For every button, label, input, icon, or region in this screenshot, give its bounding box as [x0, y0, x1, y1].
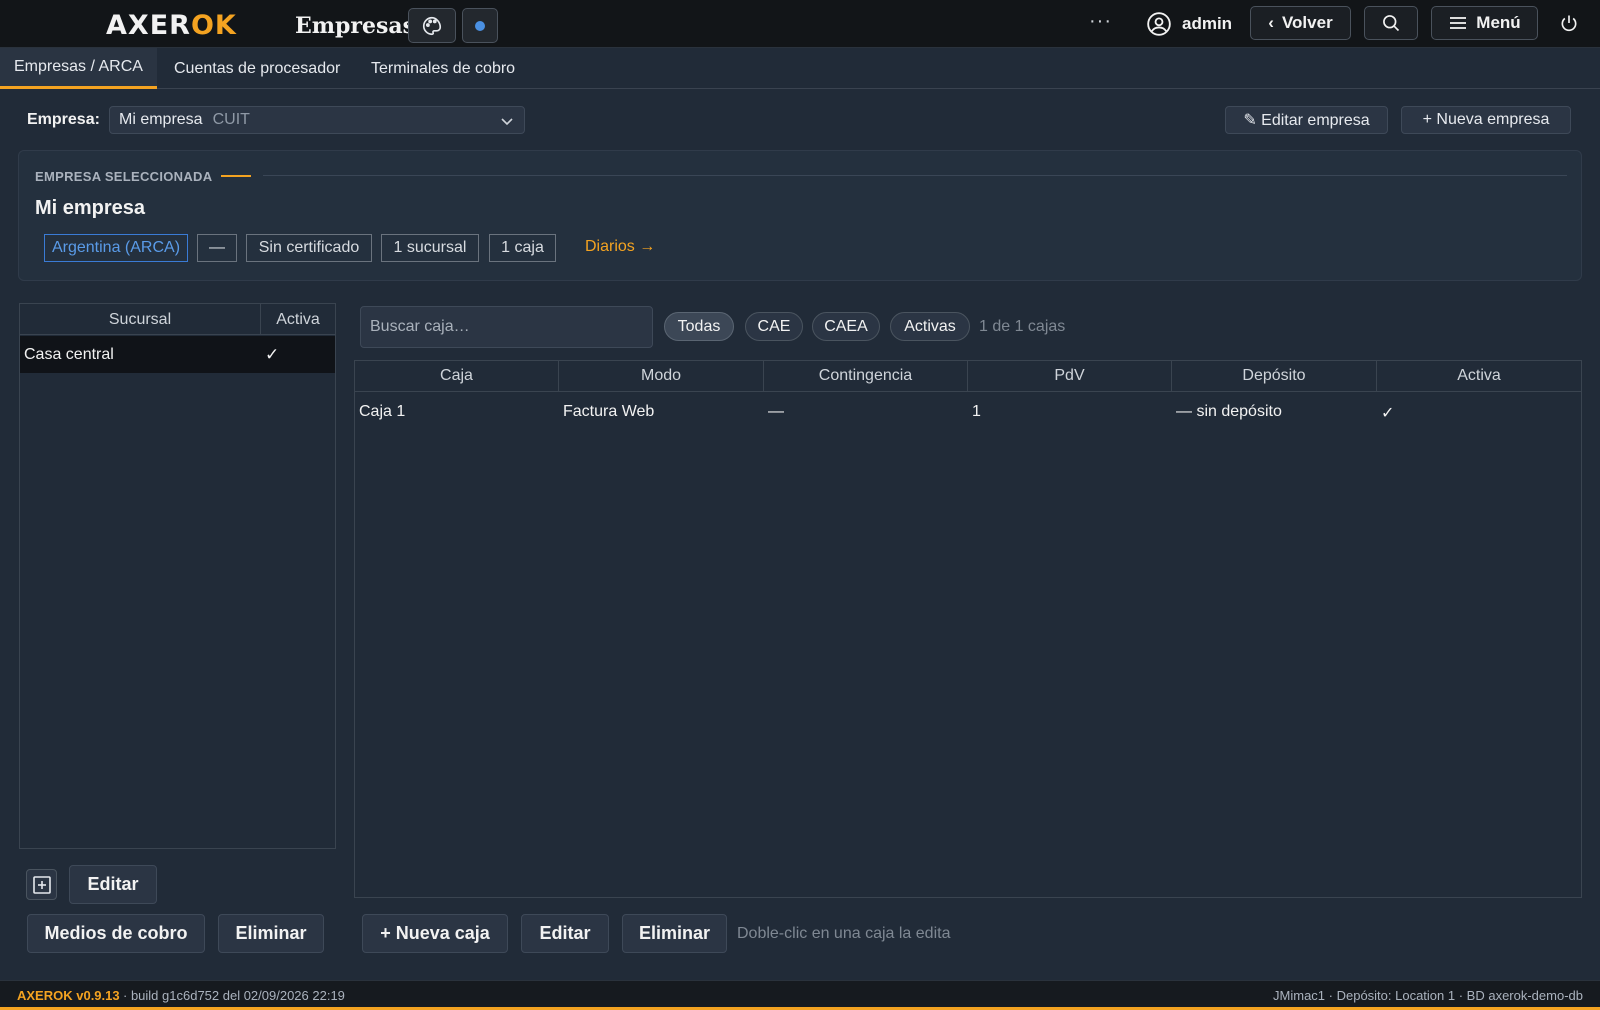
cell-contingencia: —	[768, 403, 784, 420]
delete-caja-button[interactable]: Eliminar	[622, 914, 727, 953]
sucursales-header: Sucursal Activa	[20, 304, 335, 335]
medios-cobro-button[interactable]: Medios de cobro	[27, 914, 205, 953]
app-title: Empresas	[295, 13, 416, 39]
card-divider	[263, 175, 1567, 176]
column-header-caja[interactable]: Caja	[355, 361, 559, 392]
add-sucursal-button[interactable]	[26, 869, 57, 900]
chip-caja: 1 caja	[489, 234, 556, 262]
empresa-select[interactable]: Mi empresa CUIT	[109, 106, 525, 134]
sucursales-table: Sucursal Activa Casa central ✓	[19, 303, 336, 849]
edit-empresa-button[interactable]: ✎ Editar empresa	[1225, 106, 1388, 134]
tab-empresas-arca[interactable]: Empresas / ARCA	[0, 48, 157, 89]
caja-search-input[interactable]	[360, 306, 653, 348]
power-icon	[1561, 15, 1577, 32]
user-name: admin	[1182, 14, 1233, 33]
theme-button[interactable]	[408, 8, 456, 43]
plus-square-icon	[32, 875, 51, 894]
caja-count: 1 de 1 cajas	[979, 318, 1066, 335]
sucursal-name: Casa central	[24, 346, 114, 363]
column-header-activa[interactable]: Activa	[261, 304, 335, 335]
selected-empresa-name: Mi empresa	[35, 197, 146, 219]
palette-icon	[423, 16, 442, 35]
edit-caja-button[interactable]: Editar	[521, 914, 609, 953]
filter-cae[interactable]: CAE	[745, 312, 803, 341]
cell-pdv: 1	[972, 403, 981, 420]
menu-label: Menú	[1476, 13, 1521, 32]
card-accent-line	[221, 175, 251, 177]
top-bar: AXEROK Empresas ··· admin ‹ Volver Menú	[0, 0, 1600, 48]
search-button[interactable]	[1364, 6, 1418, 40]
status-dot-button[interactable]	[462, 8, 498, 43]
filter-activas[interactable]: Activas	[890, 312, 970, 341]
cell-modo: Factura Web	[563, 403, 655, 420]
column-header-modo[interactable]: Modo	[559, 361, 764, 392]
hamburger-icon	[1450, 17, 1467, 29]
delete-sucursal-button[interactable]: Eliminar	[218, 914, 324, 953]
tab-cuentas-procesador[interactable]: Cuentas de procesador	[160, 48, 354, 89]
chip-country: Argentina (ARCA)	[44, 234, 188, 262]
empresa-select-cuit: CUIT	[212, 111, 250, 128]
menu-button[interactable]: Menú	[1431, 6, 1538, 40]
dot-icon	[475, 20, 485, 31]
search-icon	[1383, 15, 1400, 32]
cell-activa: ✓	[1381, 405, 1395, 422]
more-options-icon[interactable]: ···	[1089, 10, 1112, 33]
sucursal-active-check: ✓	[265, 345, 280, 364]
cell-caja: Caja 1	[359, 403, 406, 420]
diarios-link[interactable]: Diarios →	[585, 238, 655, 256]
chip-dash: —	[197, 234, 237, 262]
filter-caea[interactable]: CAEA	[812, 312, 880, 341]
caja-hint: Doble-clic en una caja la edita	[737, 925, 951, 942]
cell-deposito: — sin depósito	[1176, 403, 1282, 420]
column-header-contingencia[interactable]: Contingencia	[764, 361, 968, 392]
new-empresa-button[interactable]: + Nueva empresa	[1401, 106, 1571, 134]
back-label: Volver	[1281, 13, 1333, 32]
filter-todas[interactable]: Todas	[664, 312, 734, 341]
chip-certificado: Sin certificado	[246, 234, 372, 262]
column-header-pdv[interactable]: PdV	[968, 361, 1172, 392]
empresa-label: Empresa:	[27, 111, 100, 128]
selected-empresa-card: EMPRESA SELECCIONADA Mi empresa Argentin…	[18, 150, 1582, 281]
tab-terminales-cobro[interactable]: Terminales de cobro	[357, 48, 529, 89]
app-version: AXEROK v0.9.13	[17, 988, 120, 1003]
user-circle-icon	[1147, 12, 1171, 36]
new-caja-button[interactable]: + Nueva caja	[362, 914, 508, 953]
back-button[interactable]: ‹ Volver	[1250, 6, 1351, 40]
chevron-left-icon: ‹	[1268, 13, 1274, 32]
user-menu[interactable]: admin	[1146, 11, 1232, 37]
edit-sucursal-button[interactable]: Editar	[69, 865, 157, 904]
chip-sucursal: 1 sucursal	[381, 234, 479, 262]
power-button[interactable]	[1559, 13, 1579, 38]
chevron-down-icon	[501, 118, 513, 126]
app-logo: AXEROK	[106, 10, 237, 41]
column-header-sucursal[interactable]: Sucursal	[20, 304, 261, 335]
table-row[interactable]: Casa central ✓	[20, 336, 335, 373]
empresa-select-value: Mi empresa	[119, 111, 203, 128]
build-info: · build g1c6d752 del 02/09/2026 22:19	[123, 988, 345, 1003]
tab-bar: Empresas / ARCA Cuentas de procesador Te…	[0, 48, 1600, 89]
session-info: JMimac1 · Depósito: Location 1 · BD axer…	[1273, 988, 1583, 1003]
card-heading: EMPRESA SELECCIONADA	[35, 169, 213, 184]
status-footer: AXEROK v0.9.13 · build g1c6d752 del 02/0…	[0, 980, 1600, 1010]
column-header-activa[interactable]: Activa	[1377, 361, 1581, 392]
column-header-deposito[interactable]: Depósito	[1172, 361, 1377, 392]
cajas-table: Caja Modo Contingencia PdV Depósito Acti…	[354, 360, 1582, 898]
